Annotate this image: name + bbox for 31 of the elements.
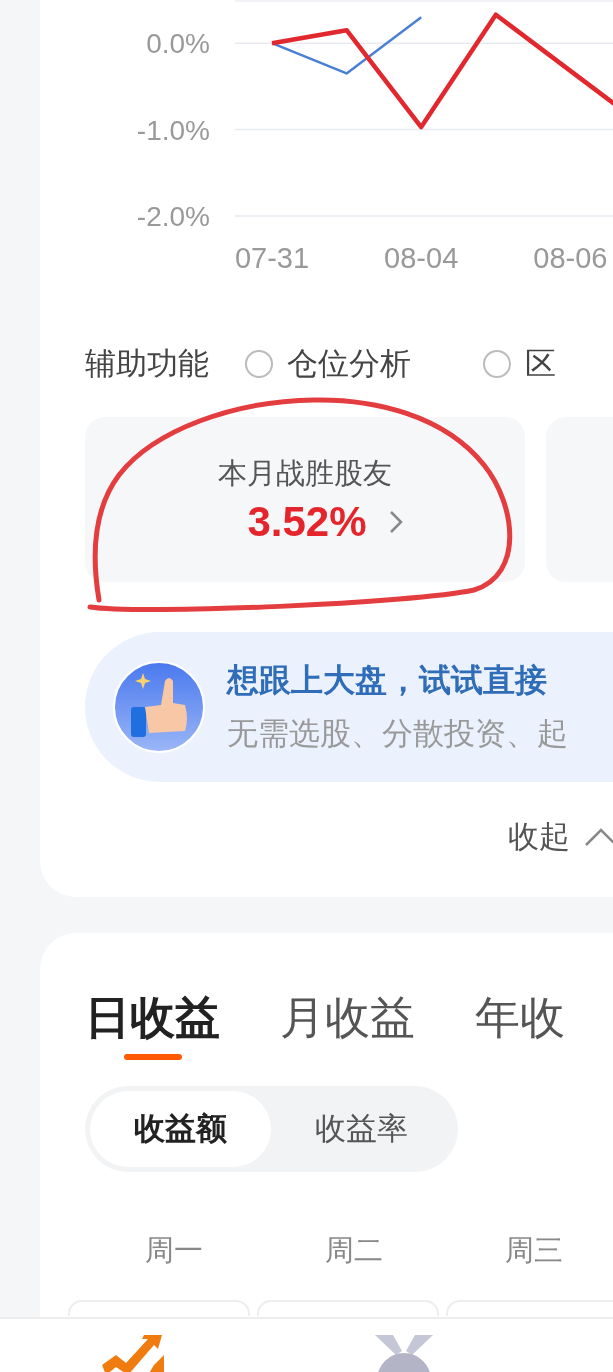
tab[interactable]: 月收益 xyxy=(280,992,415,1064)
tab[interactable]: 日收益 xyxy=(85,992,220,1064)
promo-banner[interactable]: 想跟上大盘，试试直接 无需选股、分散投资、起 xyxy=(85,632,613,782)
tab[interactable]: 年收 xyxy=(475,992,565,1064)
radio-option[interactable]: 仓位分析 xyxy=(245,343,411,385)
radio-icon[interactable] xyxy=(245,350,273,378)
caret-up-icon xyxy=(584,827,613,847)
axis-label: -2.0% xyxy=(136,201,210,232)
medal-icon xyxy=(375,1335,433,1372)
radio-option[interactable]: 区 xyxy=(483,343,556,385)
axis-label: -1.0% xyxy=(136,114,210,146)
stat-title: 本月战胜股友 xyxy=(218,455,392,491)
trend-icon xyxy=(102,1335,164,1372)
axis-label: 08-04 xyxy=(384,242,459,274)
weekday-label: 周二 xyxy=(324,1233,384,1268)
weekday-label: 周三 xyxy=(504,1233,564,1268)
stat-value: 3.52% xyxy=(247,497,367,546)
axis-label: 0.0% xyxy=(146,28,210,60)
section-label: 辅助功能 xyxy=(85,345,209,383)
banner-title: 想跟上大盘，试试直接 xyxy=(227,661,548,700)
stat-card[interactable]: 本月战胜股友 3.52% xyxy=(85,417,525,582)
radio-icon[interactable] xyxy=(483,350,511,378)
segment-button[interactable]: 收益额 xyxy=(90,1091,271,1167)
segment-button[interactable]: 收益率 xyxy=(271,1091,452,1167)
thumbs-up-icon xyxy=(113,661,205,753)
axis-label: 08-06 xyxy=(533,242,608,274)
banner-subtitle: 无需选股、分散投资、起 xyxy=(227,715,568,753)
chevron-right-icon xyxy=(388,509,403,534)
collapse-button[interactable]: 收起 xyxy=(508,817,613,857)
weekday-label: 周一 xyxy=(144,1233,204,1268)
axis-label: 07-31 xyxy=(234,242,310,274)
